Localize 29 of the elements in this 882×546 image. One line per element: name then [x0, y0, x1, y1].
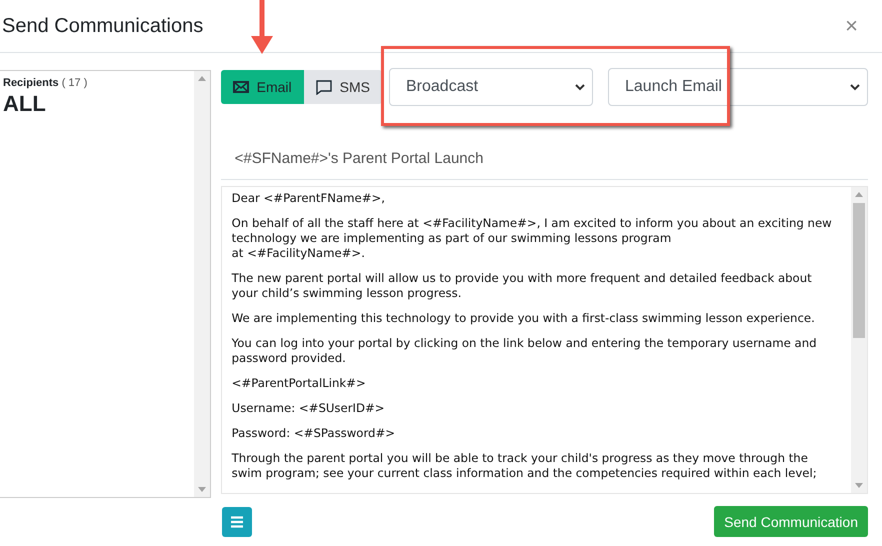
message-editor[interactable]	[220, 186, 868, 494]
message-paragraph: Username: <#SUserID#>	[232, 401, 386, 416]
message-paragraph: We are implementing this technology to provide you with a first-class swimming lesson experience.	[232, 311, 816, 326]
recipients-label: Recipients	[3, 77, 59, 89]
dialog-title: Send Communications	[2, 14, 204, 38]
message-paragraph: Password: <#SPassword#>	[232, 426, 396, 441]
message-paragraph: Dear <#ParentFName#>,	[232, 191, 386, 206]
channel-tab[interactable]: Email	[220, 70, 304, 104]
annotation-arrow	[249, 0, 275, 56]
message-paragraph: You can log into your portal by clicking on the link below and entering the temporary username and password provided.	[232, 336, 818, 366]
menu-button[interactable]	[222, 506, 252, 536]
template-select[interactable]: Launch Email	[608, 68, 868, 106]
message-paragraph: The new parent portal will allow us to provide you with more frequent and detailed feedback about your child’s swimming lesson progress.	[232, 271, 813, 301]
message-paragraph: <#ParentPortalLink#>	[232, 376, 367, 391]
message-paragraph: On behalf of all the staff here at <#FacilityName#>, I am excited to inform you about an exciting new technology we are implementing as part of our swimming lessons program at <#FacilityName#>.	[232, 216, 833, 261]
template-select[interactable]: Broadcast	[389, 68, 593, 106]
speech-bubble-icon	[316, 80, 332, 94]
envelope-icon	[232, 81, 249, 93]
recipients-count: ( 17 )	[62, 77, 88, 89]
scrollbar[interactable]	[194, 71, 210, 497]
menu-icon	[231, 516, 243, 528]
chevron-icon	[574, 83, 586, 91]
recipients-value: ALL	[3, 91, 47, 117]
chevron-icon	[849, 83, 861, 91]
message-paragraph: Through the parent portal you will be able to track your child's progress as they move through the swim program; see your current class information and the competencies required within each level;	[232, 451, 818, 481]
close-button[interactable]: ×	[845, 15, 858, 37]
channel-tab[interactable]: SMS	[304, 70, 382, 104]
email-subject: <#SFName#>'s Parent Portal Launch	[220, 150, 868, 180]
scrollbar[interactable]	[851, 187, 867, 493]
